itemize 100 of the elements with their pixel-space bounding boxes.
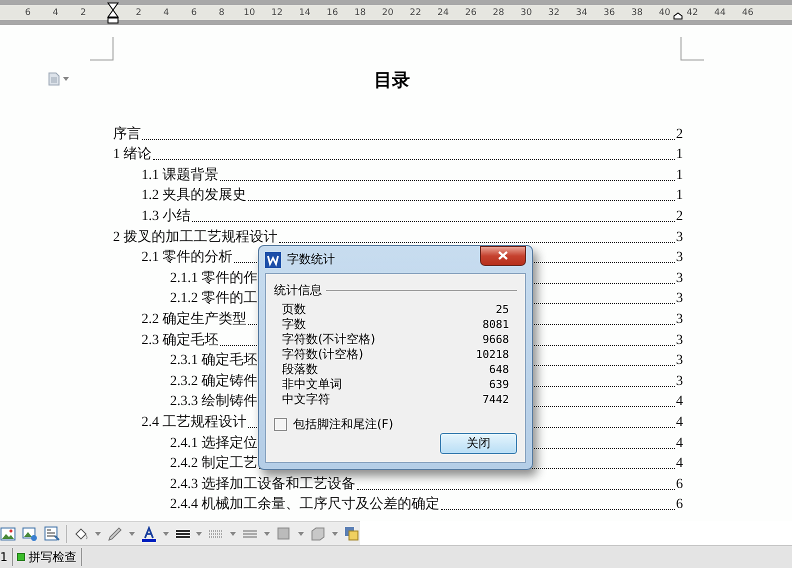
caret-icon[interactable] [264,532,270,536]
toc-entry: 1.2 夹具的发展史 [142,187,246,206]
toc-page-number: 3 [676,249,683,268]
toc-entry: 2.4.4 机械加工余量、工序尺寸及公差的确定 [170,496,440,514]
dialog-title: 字数统计 [287,251,336,268]
toc-page-number: 6 [676,476,683,494]
ruler-number: 26 [464,8,478,18]
caret-icon[interactable] [298,532,304,536]
checkbox-label: 包括脚注和尾注(F) [293,416,394,433]
caret-icon[interactable] [128,532,135,536]
toc-page-number: 1 [676,187,683,206]
stat-label: 非中文单词 [282,376,342,392]
text-box-icon[interactable] [44,526,60,542]
ruler-number: 24 [436,8,450,18]
toc-page-number: 1 [676,166,683,185]
toc-entry: 2.3.2 确定铸件 [170,372,258,391]
stat-label: 中文字符 [282,391,330,408]
document-icon[interactable] [48,72,60,86]
toc-page-number: 1 [676,146,683,164]
pen-icon[interactable] [106,526,123,542]
toc-entry: 2.3 确定毛坯 [142,332,218,350]
toc-entry: 2.3.3 绘制铸件 [170,393,258,412]
toc-page-number: 2 [676,126,683,144]
3d-box-icon[interactable] [310,526,326,542]
ruler-number: 16 [326,8,340,18]
font-color-icon[interactable] [140,526,157,542]
close-button[interactable] [480,246,526,266]
toc-page-number: 3 [676,270,683,288]
checkbox[interactable] [274,418,287,431]
toc-page-number: 3 [676,228,683,247]
ruler-number: 4 [162,8,170,18]
crop-mark-icon [90,37,114,61]
toc-entry: 2.1.2 零件的工 [170,290,258,308]
stat-value: 9668 [482,333,509,346]
ruler-number: 20 [381,8,394,18]
toc-page-number: 4 [676,414,683,432]
ruler-number: 22 [408,8,422,18]
caret-icon[interactable] [63,77,69,81]
toc-entry: 序言 [113,126,141,144]
crop-mark-icon [680,37,704,61]
stat-value: 25 [496,303,509,316]
document-title: 目录 [374,69,410,92]
toc-entry: 2.3.1 确定毛坯 [170,352,258,370]
app-logo-icon [265,252,281,268]
stat-label: 段落数 [282,361,318,378]
toc-entry: 2.4.1 选择定位 [170,434,258,452]
caret-icon[interactable] [162,532,169,536]
page-number: 1 [0,548,13,566]
toc-page-number: 4 [676,434,683,452]
ruler-number: 18 [353,8,367,18]
stat-value: 10218 [476,348,509,361]
ruler-number: 44 [713,8,727,18]
right-indent-icon[interactable] [673,12,683,20]
caret-icon[interactable] [196,532,202,536]
stat-value: 7442 [482,393,509,406]
toc-entry: 1.3 小结 [142,208,190,226]
ruler-number: 2 [134,8,142,18]
toc-page-number: 4 [676,393,683,412]
stat-value: 648 [489,363,509,376]
ruler-number: 14 [298,8,312,18]
ruler-number: 36 [602,8,616,18]
ruler-number: 42 [686,8,700,18]
stat-label: 页数 [282,301,306,318]
stat-value: 639 [489,378,509,391]
caret-icon[interactable] [332,532,338,536]
toc-page-number: 4 [676,455,683,474]
toc-entry: 2.4.2 制定工艺 [170,455,258,474]
ruler-number: 30 [519,8,533,18]
ruler-number: 2 [79,8,88,18]
ruler-number: 6 [190,8,198,18]
select-objects-icon[interactable] [344,526,360,542]
stat-value: 8081 [482,318,509,331]
close-icon [498,251,508,260]
caret-icon[interactable] [230,532,236,536]
ruler-number: 34 [574,8,588,18]
toc-entry: 2.1.1 零件的作 [170,270,258,288]
toc-entry: 2.1 零件的分析 [142,249,232,268]
spell-check-status[interactable]: 拼写检查 [12,548,82,566]
group-label: 统计信息 [274,282,322,299]
picture-icon[interactable] [22,526,38,542]
stat-label: 字数 [282,316,306,332]
toc-entry: 2 拨叉的加工工艺规程设计 [113,228,278,247]
ruler-number: 38 [630,8,644,18]
ruler-number: 10 [242,8,256,18]
indent-marker-icon[interactable] [107,2,119,24]
toc-entry: 2.2 确定生产类型 [142,310,246,329]
toc-page-number: 3 [676,372,683,391]
toc-entry: 1.1 课题背景 [142,166,218,185]
toc-page-number: 3 [676,310,683,329]
caret-icon[interactable] [94,532,101,536]
ruler-number: 28 [492,8,506,18]
ruler-number: 8 [218,8,226,18]
toc-entry: 2.4.3 选择加工设备和工艺设备 [170,476,356,494]
toc-entry: 2.4 工艺规程设计 [142,414,246,432]
ruler-number: 40 [658,8,672,18]
close-dialog-button[interactable]: 关闭 [440,433,517,454]
toc-page-number: 2 [676,208,683,226]
ruler-number: 4 [52,8,60,18]
stat-label: 字符数(计空格) [282,346,364,363]
picture-icon[interactable] [0,526,16,542]
